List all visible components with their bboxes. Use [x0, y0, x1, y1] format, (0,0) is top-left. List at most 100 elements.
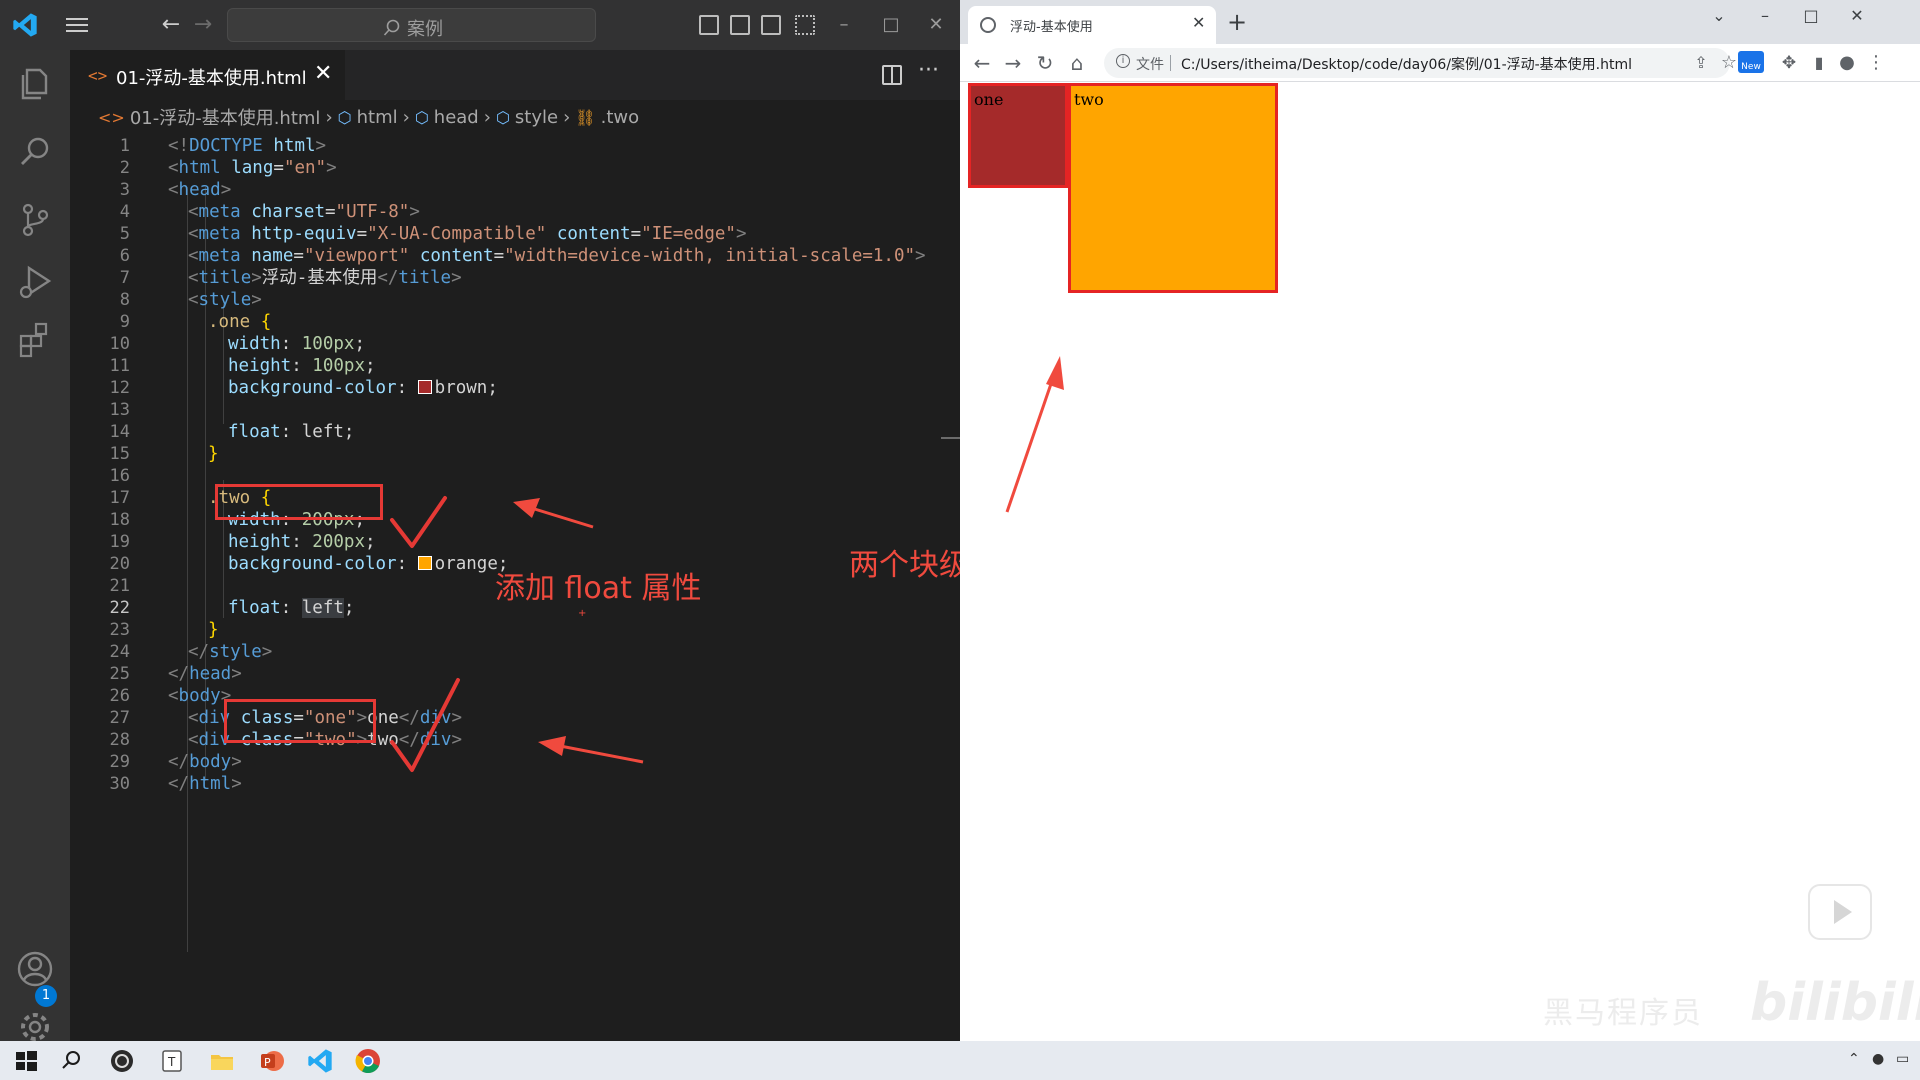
- windows-start-icon[interactable]: [12, 1047, 40, 1075]
- code-line: </html>: [168, 774, 242, 794]
- browser-tab-title: 浮动-基本使用: [1010, 20, 1093, 35]
- vscode-window: ← → 案例 – □ ✕ 1 <> 01-浮动-基本使用.html ✕ ··· …: [0, 0, 960, 1041]
- forward-arrow-icon[interactable]: →: [190, 12, 216, 38]
- color-swatch-brown[interactable]: [417, 380, 432, 394]
- split-editor-icon[interactable]: [882, 65, 902, 85]
- demo-box-one: one: [968, 83, 1068, 188]
- search-icon: [383, 19, 400, 36]
- element-icon: ⬡: [337, 107, 352, 127]
- breadcrumb-head[interactable]: head: [434, 107, 479, 128]
- line-number: 30: [109, 774, 130, 794]
- element-icon: ⬡: [495, 107, 510, 127]
- run-debug-icon[interactable]: [13, 260, 57, 304]
- info-icon[interactable]: i: [1116, 54, 1130, 68]
- chevron-right-icon: ›: [483, 106, 491, 128]
- typora-icon[interactable]: T: [158, 1047, 186, 1075]
- back-arrow-icon[interactable]: ←: [158, 12, 184, 38]
- bilibili-play-icon[interactable]: [1808, 884, 1872, 940]
- globe-icon: [980, 17, 996, 33]
- tray-chevron-icon[interactable]: ⌃: [1848, 1051, 1860, 1067]
- more-actions-icon[interactable]: ···: [918, 58, 939, 83]
- chrome-taskbar-icon[interactable]: [354, 1047, 382, 1075]
- chrome-menu-icon[interactable]: ⋮: [1862, 49, 1890, 77]
- close-window-icon[interactable]: ✕: [1834, 2, 1880, 30]
- maximize-icon[interactable]: □: [876, 10, 906, 40]
- svg-text:T: T: [167, 1055, 176, 1069]
- minimize-icon[interactable]: –: [1742, 2, 1788, 30]
- home-icon[interactable]: ⌂: [1063, 49, 1091, 77]
- html-file-icon: <>: [98, 107, 125, 127]
- toggle-primary-sidebar-icon[interactable]: [699, 15, 719, 35]
- windows-taskbar: T P ⌃ ● ▭: [0, 1041, 1920, 1080]
- class-selector-icon: ⛓: [575, 107, 596, 127]
- breadcrumb-file[interactable]: 01-浮动-基本使用.html: [130, 104, 321, 130]
- powerpoint-icon[interactable]: P: [258, 1047, 286, 1075]
- chrome-toolbar: ← → ↻ ⌂ i 文件 C:/Users/itheima/Desktop/co…: [960, 44, 1920, 82]
- back-arrow-icon[interactable]: ←: [968, 49, 996, 77]
- annotation-add-float: 添加 float 属性: [495, 571, 702, 606]
- command-center-search[interactable]: 案例: [227, 8, 596, 42]
- maximize-icon[interactable]: □: [1788, 2, 1834, 30]
- chevron-right-icon: ›: [563, 106, 571, 128]
- extensions-puzzle-icon[interactable]: ✥: [1775, 49, 1803, 77]
- demo-box-one-text: one: [974, 90, 1004, 109]
- taskbar-search-icon[interactable]: [58, 1047, 86, 1075]
- account-badge: 1: [35, 985, 57, 1007]
- svg-text:P: P: [264, 1056, 271, 1069]
- element-icon: ⬡: [414, 107, 429, 127]
- address-bar[interactable]: i 文件 C:/Users/itheima/Desktop/code/day06…: [1104, 48, 1730, 78]
- accounts-icon[interactable]: [13, 947, 57, 991]
- url-text[interactable]: C:/Users/itheima/Desktop/code/day06/案例/0…: [1181, 54, 1632, 74]
- breadcrumb-style[interactable]: style: [515, 107, 558, 128]
- color-swatch-orange[interactable]: [417, 556, 432, 570]
- profile-avatar-icon[interactable]: ●: [1833, 49, 1861, 77]
- explorer-icon[interactable]: [13, 62, 57, 106]
- bilibili-watermark: bilibili: [1750, 973, 1920, 1033]
- demo-box-two-text: two: [1074, 90, 1104, 109]
- code-editor[interactable]: 1 <!DOCTYPE html> 2 <html lang="en"> 3 <…: [70, 133, 960, 963]
- toggle-secondary-sidebar-icon[interactable]: [761, 15, 781, 35]
- breadcrumb-two[interactable]: .two: [601, 107, 640, 128]
- chrome-window: 浮动-基本使用 ✕ + ⌄ – □ ✕ ← → ↻ ⌂ i 文件 C:/User…: [960, 0, 1920, 1041]
- tray-app-icon[interactable]: ●: [1872, 1051, 1884, 1067]
- source-control-icon[interactable]: [13, 198, 57, 242]
- minimize-icon[interactable]: –: [829, 10, 859, 40]
- forward-arrow-icon[interactable]: →: [999, 49, 1027, 77]
- demo-box-two: two: [1068, 83, 1278, 293]
- tab-close-icon[interactable]: ✕: [314, 61, 332, 86]
- scrollbar-marker: [941, 437, 960, 439]
- extensions-icon[interactable]: [13, 318, 57, 362]
- breadcrumb-html[interactable]: html: [357, 107, 398, 128]
- breadcrumb: <> 01-浮动-基本使用.html › ⬡ html › ⬡ head › ⬡…: [98, 104, 640, 130]
- tab-search-chevron-icon[interactable]: ⌄: [1696, 2, 1742, 30]
- chevron-right-icon: ›: [325, 106, 333, 128]
- search-placeholder: 案例: [407, 19, 443, 40]
- annotation-box-line22: [224, 699, 376, 743]
- hamburger-menu-icon[interactable]: [64, 14, 90, 36]
- obs-icon[interactable]: [108, 1047, 136, 1075]
- side-panel-icon[interactable]: ▮: [1805, 49, 1833, 77]
- editor-tab[interactable]: <> 01-浮动-基本使用.html ✕: [70, 50, 345, 100]
- tab-label: 01-浮动-基本使用.html: [116, 68, 307, 89]
- file-explorer-icon[interactable]: [208, 1047, 236, 1075]
- html-file-icon: <>: [88, 66, 108, 85]
- chevron-right-icon: ›: [402, 106, 410, 128]
- vscode-titlebar: ← → 案例 – □ ✕: [0, 0, 960, 50]
- new-tab-icon[interactable]: +: [1224, 9, 1250, 35]
- annotation-box-line14: [215, 484, 383, 520]
- reload-icon[interactable]: ↻: [1031, 49, 1059, 77]
- share-icon[interactable]: ⇪: [1687, 49, 1715, 77]
- close-window-icon[interactable]: ✕: [921, 10, 951, 40]
- notification-icon[interactable]: ▭: [1896, 1051, 1909, 1067]
- editor-tab-bar: <> 01-浮动-基本使用.html ✕ ···: [70, 50, 960, 100]
- search-sidebar-icon[interactable]: [13, 130, 57, 174]
- file-scheme-label: 文件: [1136, 57, 1164, 73]
- activity-bar: 1: [0, 50, 70, 1041]
- tab-close-icon[interactable]: ✕: [1192, 13, 1205, 32]
- new-extension-badge[interactable]: New: [1738, 51, 1764, 73]
- customize-layout-icon[interactable]: [795, 15, 815, 35]
- toggle-panel-icon[interactable]: [730, 15, 750, 35]
- browser-tab[interactable]: 浮动-基本使用 ✕: [968, 6, 1216, 44]
- vscode-taskbar-icon[interactable]: [306, 1047, 334, 1075]
- page-viewport: one two 黑马程序员 bilibili: [960, 83, 1920, 1041]
